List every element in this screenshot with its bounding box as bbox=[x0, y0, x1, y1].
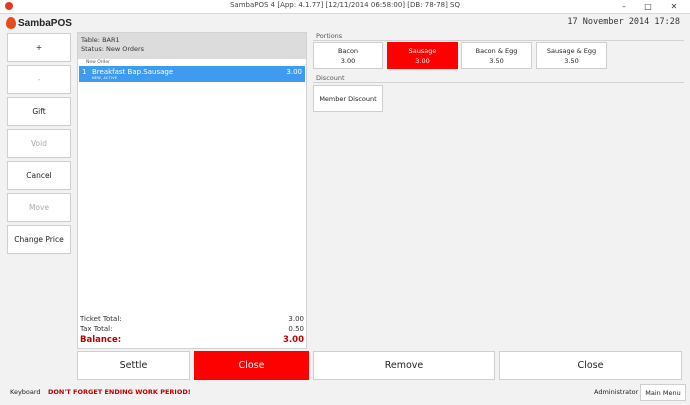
flame-icon bbox=[6, 17, 16, 29]
tax-total-value: 0.50 bbox=[288, 325, 304, 333]
order-states: NEW, ACTIVE bbox=[92, 76, 118, 80]
ticket-total-row: Ticket Total: 3.00 bbox=[80, 314, 304, 324]
main-menu-button[interactable]: Main Menu bbox=[640, 384, 686, 401]
new-order-header: New Order bbox=[86, 60, 111, 65]
settle-button[interactable]: Settle bbox=[77, 351, 190, 380]
order-line[interactable]: 1 Breakfast Bap.Sausage 3.00 NEW, ACTIVE bbox=[79, 66, 305, 82]
close-button[interactable]: Close bbox=[499, 351, 682, 380]
portions-divider bbox=[313, 40, 684, 41]
portion-bacon-button[interactable]: Bacon 3.00 bbox=[313, 42, 383, 69]
change-price-button[interactable]: Change Price bbox=[7, 225, 71, 254]
gift-button[interactable]: Gift bbox=[7, 97, 71, 126]
brand-name: SambaPOS bbox=[18, 17, 72, 29]
remove-button[interactable]: Remove bbox=[313, 351, 495, 380]
portion-name: Sausage bbox=[408, 47, 437, 55]
portion-name: Bacon bbox=[337, 47, 359, 55]
keyboard-button[interactable]: Keyboard bbox=[10, 388, 41, 396]
decrease-quantity-button[interactable]: - bbox=[7, 65, 71, 94]
brand-logo: SambaPOS bbox=[6, 16, 72, 30]
ticket-header: Table: BAR1 Status: New Orders bbox=[78, 33, 306, 59]
order-price: 3.00 bbox=[286, 68, 302, 76]
window-title: SambaPOS 4 [App: 4.1.77] [12/11/2014 06:… bbox=[229, 1, 461, 9]
portion-price: 3.50 bbox=[564, 57, 579, 65]
increase-quantity-button[interactable]: + bbox=[7, 33, 71, 62]
member-discount-button[interactable]: Member Discount bbox=[313, 85, 383, 112]
portion-price: 3.50 bbox=[489, 57, 504, 65]
cancel-button[interactable]: Cancel bbox=[7, 161, 71, 190]
ticket-total-label: Ticket Total: bbox=[80, 315, 122, 323]
portion-name: Sausage & Egg bbox=[546, 47, 597, 55]
order-quantity: 1 bbox=[82, 68, 87, 76]
status-bar: Keyboard DON'T FORGET ENDING WORK PERIOD… bbox=[0, 383, 690, 405]
portion-bacon-egg-button[interactable]: Bacon & Egg 3.50 bbox=[461, 42, 532, 69]
move-button[interactable]: Move bbox=[7, 193, 71, 222]
portion-name: Bacon & Egg bbox=[475, 47, 518, 55]
ticket-status: Status: New Orders bbox=[81, 45, 145, 53]
balance-row: Balance: 3.00 bbox=[80, 334, 304, 346]
minimize-button[interactable]: – bbox=[614, 1, 634, 12]
portions-title: Portions bbox=[316, 32, 343, 40]
current-user: Administrator bbox=[594, 388, 639, 396]
discount-title: Discount bbox=[316, 74, 345, 82]
work-period-warning: DON'T FORGET ENDING WORK PERIOD! bbox=[48, 388, 191, 396]
portion-price: 3.00 bbox=[340, 57, 356, 65]
close-ticket-button[interactable]: Close bbox=[194, 351, 309, 380]
ticket-panel: Table: BAR1 Status: New Orders New Order… bbox=[77, 32, 307, 349]
close-window-button[interactable]: ✕ bbox=[664, 1, 684, 12]
title-bar: SambaPOS 4 [App: 4.1.77] [12/11/2014 06:… bbox=[0, 0, 690, 14]
order-name: Breakfast Bap.Sausage bbox=[92, 68, 174, 76]
void-button[interactable]: Void bbox=[7, 129, 71, 158]
portion-sausage-egg-button[interactable]: Sausage & Egg 3.50 bbox=[536, 42, 607, 69]
discount-divider bbox=[313, 82, 684, 83]
clock: 17 November 2014 17:28 bbox=[567, 17, 680, 27]
balance-label: Balance: bbox=[80, 335, 122, 345]
portion-sausage-button[interactable]: Sausage 3.00 bbox=[387, 42, 458, 69]
ticket-totals: Ticket Total: 3.00 Tax Total: 0.50 Balan… bbox=[80, 314, 304, 346]
ticket-total-value: 3.00 bbox=[288, 315, 304, 323]
maximize-button[interactable]: □ bbox=[638, 1, 658, 12]
balance-value: 3.00 bbox=[283, 335, 304, 345]
ticket-table: Table: BAR1 bbox=[81, 36, 120, 44]
portion-price: 3.00 bbox=[415, 57, 430, 65]
tax-total-label: Tax Total: bbox=[80, 325, 113, 333]
tax-total-row: Tax Total: 0.50 bbox=[80, 324, 304, 334]
